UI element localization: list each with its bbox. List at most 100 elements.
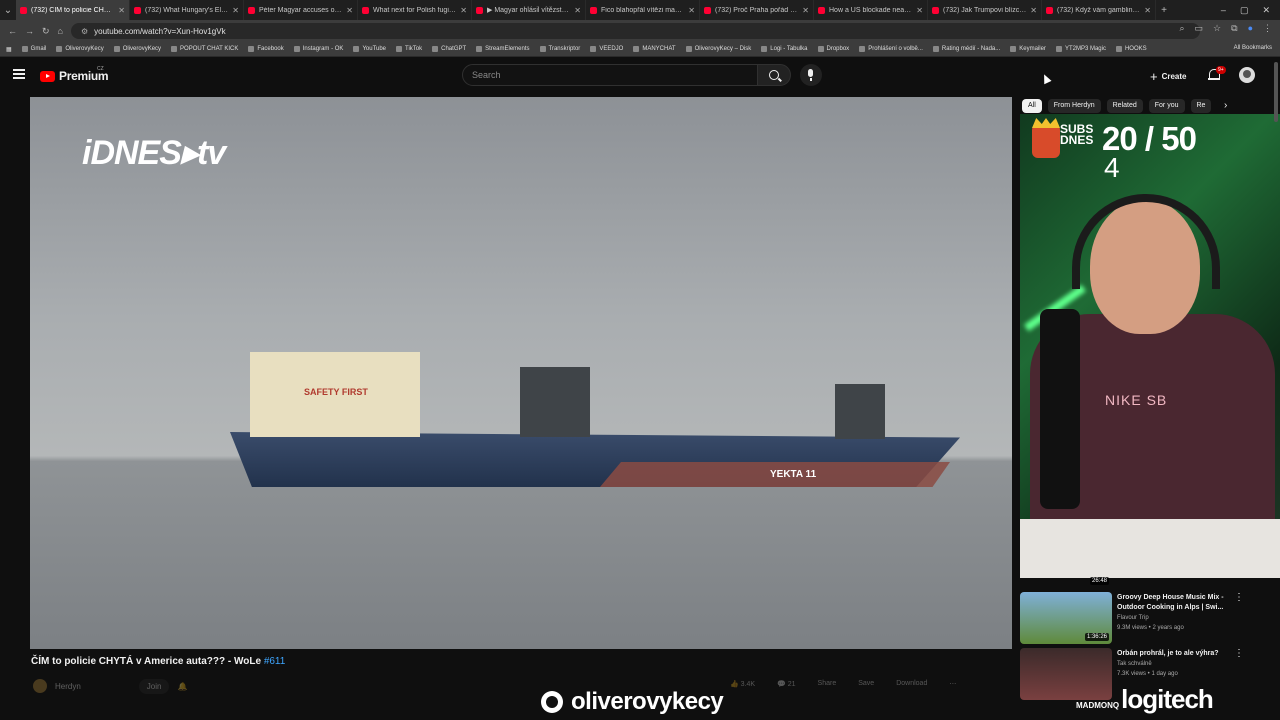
subscribe-bell-icon[interactable]: 🔔	[177, 682, 187, 691]
zoom-icon[interactable]: ⌕	[1179, 23, 1184, 34]
youtube-play-icon	[40, 70, 55, 82]
browser-tab[interactable]: (732) Když vám gambling seb ✕	[1042, 0, 1156, 20]
comments-button[interactable]: 💬 21	[777, 680, 795, 688]
close-window-icon[interactable]: ✕	[1262, 5, 1270, 16]
bookmark-favicon-icon	[353, 46, 360, 52]
close-tab-icon[interactable]: ✕	[1030, 6, 1037, 15]
browser-tab[interactable]: (732) Proč Praha pořád přehlí ✕	[700, 0, 814, 20]
close-tab-icon[interactable]: ✕	[346, 6, 353, 15]
video-thumbnail[interactable]: 1:36:26	[1020, 592, 1112, 644]
crown-icon	[1032, 124, 1060, 158]
recommended-video[interactable]: 1:36:26 Groovy Deep House Music Mix - Out…	[1020, 592, 1260, 644]
browser-tab[interactable]: Péter Magyar accuses outgoi ✕	[244, 0, 358, 20]
filter-chip[interactable]: From Herdyn	[1047, 99, 1101, 113]
bookmark-item[interactable]: Transkriptor	[539, 46, 580, 52]
chips-next-arrow-icon[interactable]: ›	[1224, 100, 1227, 111]
back-icon[interactable]: ←	[8, 26, 17, 37]
bookmark-item[interactable]: YouTube	[353, 46, 386, 52]
voice-search-icon[interactable]	[800, 64, 822, 86]
bookmark-item[interactable]: ChatGPT	[432, 46, 466, 52]
minimize-icon[interactable]: –	[1221, 5, 1226, 15]
browser-tab[interactable]: ▶ Magyar ohlásil vítězství ve ✕	[472, 0, 586, 20]
account-avatar[interactable]	[1239, 67, 1255, 83]
close-tab-icon[interactable]: ✕	[460, 6, 467, 15]
bookmark-item[interactable]: TikTok	[396, 46, 422, 52]
bookmark-item[interactable]: Instagram - OK	[293, 46, 343, 52]
browser-tab[interactable]: What next for Polish fugitives ✕	[358, 0, 472, 20]
forward-icon[interactable]: →	[25, 26, 34, 37]
like-button[interactable]: 👍 3.4K	[730, 680, 755, 688]
filter-chip[interactable]: All	[1022, 99, 1042, 113]
more-actions-icon[interactable]: ⋯	[949, 680, 956, 688]
browser-menu-icon[interactable]: ⋮	[1263, 23, 1272, 34]
bookmark-item[interactable]: OliverovyKecy	[113, 46, 161, 52]
filter-chip[interactable]: Re	[1190, 99, 1212, 113]
search-button[interactable]	[757, 64, 791, 86]
youtube-logo[interactable]: Premium CZ	[40, 66, 109, 83]
bookmark-item[interactable]: Dropbox	[817, 46, 849, 52]
bookmark-item[interactable]: HOOKS	[1115, 46, 1147, 52]
recommended-video-channel[interactable]: Tak schválně	[1117, 660, 1245, 669]
download-button[interactable]: Download	[896, 680, 927, 688]
video-options-icon[interactable]: ⋮	[1234, 648, 1244, 659]
home-icon[interactable]: ⌂	[58, 26, 63, 37]
close-tab-icon[interactable]: ✕	[118, 6, 125, 15]
reload-icon[interactable]: ↻	[42, 26, 50, 37]
browser-tab[interactable]: (732) What Hungary's Election✕	[130, 0, 244, 20]
browser-tab[interactable]: (732) Jak Trumpovi blízcí vydě✕	[928, 0, 1042, 20]
close-tab-icon[interactable]: ✕	[688, 6, 695, 15]
bookmark-item[interactable]: Rating médií - Nada...	[932, 46, 1000, 52]
apps-icon[interactable]: ▦	[6, 46, 12, 53]
cast-icon[interactable]: ▭	[1195, 23, 1204, 34]
create-label: Create	[1161, 71, 1187, 81]
browser-tab[interactable]: (732) ČÍM to policie CHYTÁ ✕	[16, 0, 130, 20]
filter-chip[interactable]: For you	[1148, 99, 1185, 113]
bookmark-item[interactable]: POPOUT CHAT KICK	[171, 46, 238, 52]
bookmark-item[interactable]: VEEDJO	[590, 46, 623, 52]
channel-avatar[interactable]	[33, 679, 47, 693]
save-button[interactable]: Save	[858, 680, 874, 688]
site-info-icon[interactable]: ⚙	[81, 27, 88, 36]
bookmark-item[interactable]: Gmail	[21, 46, 46, 52]
close-tab-icon[interactable]: ✕	[1144, 6, 1151, 15]
bookmark-item[interactable]: Logi - Tabulka	[761, 46, 808, 52]
close-tab-icon[interactable]: ✕	[916, 6, 923, 15]
browser-tab[interactable]: How a US blockade near the S ✕	[814, 0, 928, 20]
extensions-icon[interactable]: ⧉	[1231, 23, 1237, 34]
url-field[interactable]: ⚙ youtube.com/watch?v=Xun-Hov1gVk	[70, 23, 1200, 39]
close-tab-icon[interactable]: ✕	[802, 6, 809, 15]
page-scrollbar[interactable]	[1274, 62, 1278, 122]
filter-chip[interactable]: Related	[1106, 99, 1143, 113]
join-button[interactable]: Join	[138, 678, 170, 694]
tab-search-icon[interactable]: ⌄	[0, 5, 16, 16]
browser-tab[interactable]: Fico blahopřál vítězi maďarsk ✕	[586, 0, 700, 20]
create-button[interactable]: + Create	[1150, 67, 1187, 85]
bookmark-item[interactable]: Prohlášení o volbě...	[859, 46, 923, 52]
recommended-video-channel[interactable]: Flavour Trip	[1117, 614, 1245, 623]
bookmark-item[interactable]: MANYCHAT	[633, 46, 676, 52]
tab-title: (732) Proč Praha pořád přehlí	[715, 6, 798, 14]
bookmark-item[interactable]: OliverovyKecy	[56, 46, 104, 52]
bookmark-star-icon[interactable]: ☆	[1213, 23, 1221, 34]
video-player[interactable]: iDNES▸tv SAFETY FIRST YEKTA 11	[30, 97, 1012, 649]
hamburger-menu-icon[interactable]	[13, 69, 25, 79]
close-tab-icon[interactable]: ✕	[574, 6, 581, 15]
close-tab-icon[interactable]: ✕	[232, 6, 239, 15]
recommended-video-title[interactable]: Groovy Deep House Music Mix - Outdoor Co…	[1117, 593, 1245, 613]
recommended-video-title[interactable]: Orbán prohrál, je to ale výhra?	[1117, 649, 1245, 659]
bookmark-item[interactable]: Keymailer	[1010, 46, 1046, 52]
video-options-icon[interactable]: ⋮	[1234, 592, 1244, 603]
share-button[interactable]: Share	[818, 680, 837, 688]
profile-icon[interactable]: ●	[1248, 23, 1253, 34]
search-input[interactable]: Search	[462, 64, 758, 86]
channel-name[interactable]: Herdyn	[55, 682, 81, 691]
bookmark-item[interactable]: OliverovyKecy – Disk	[685, 46, 751, 52]
bookmark-item[interactable]: YT2MP3 Magic	[1055, 46, 1106, 52]
new-tab-button[interactable]: +	[1156, 5, 1172, 16]
bookmark-item[interactable]: StreamElements	[476, 46, 530, 52]
video-hashtag[interactable]: #611	[264, 656, 286, 667]
all-bookmarks-button[interactable]: All Bookmarks	[1234, 45, 1272, 51]
maximize-icon[interactable]: ▢	[1240, 5, 1249, 16]
bookmark-item[interactable]: Facebook	[248, 46, 284, 52]
bookmark-label: ChatGPT	[441, 46, 467, 52]
